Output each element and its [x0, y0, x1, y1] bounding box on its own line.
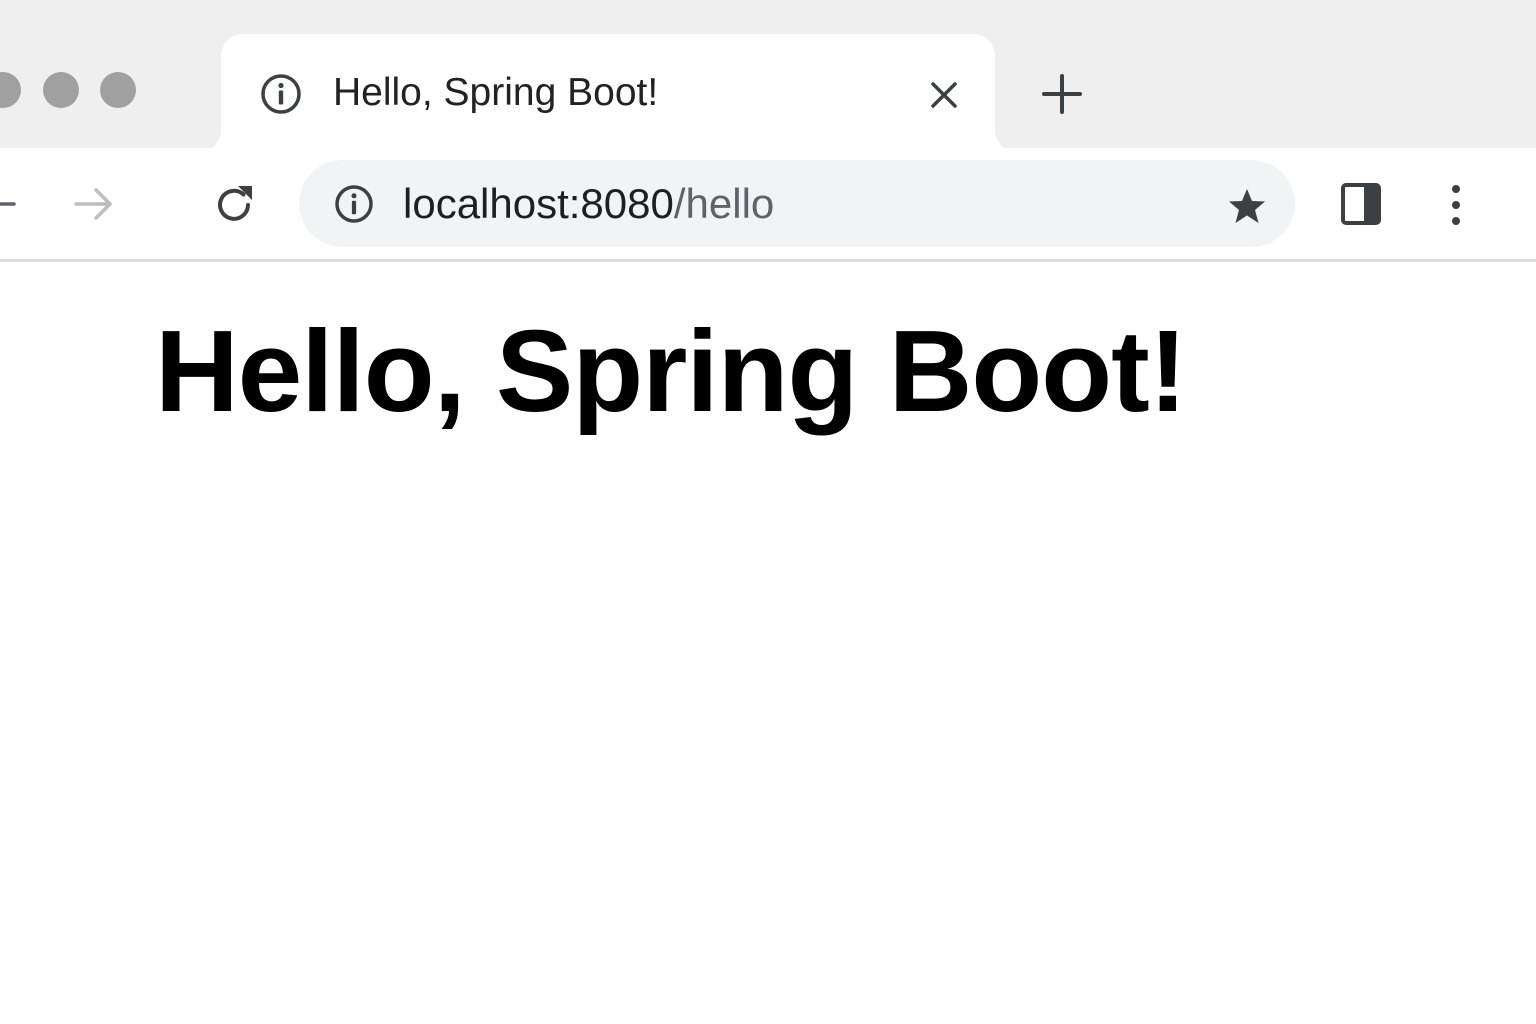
active-tab[interactable]: Hello, Spring Boot!: [221, 34, 995, 152]
window-close-dot[interactable]: [0, 72, 21, 108]
page-heading: Hello, Spring Boot!: [155, 306, 1187, 436]
url-text[interactable]: localhost:8080/hello: [403, 180, 774, 228]
arrow-left-icon[interactable]: [0, 184, 16, 224]
info-icon: [261, 74, 301, 114]
arrow-right-icon[interactable]: [72, 184, 116, 224]
reload-icon[interactable]: [212, 182, 258, 228]
window-minimize-dot[interactable]: [43, 72, 79, 108]
url-host: localhost:8080: [403, 180, 674, 227]
browser-window: Hello, Spring Boot! localhost:8080/hello…: [0, 0, 1536, 1024]
site-info-icon[interactable]: [333, 183, 375, 225]
side-panel-icon[interactable]: [1340, 182, 1382, 226]
tab-strip: Hello, Spring Boot!: [0, 0, 1536, 152]
window-maximize-dot[interactable]: [100, 72, 136, 108]
plus-icon[interactable]: [1038, 70, 1086, 118]
tab-title: Hello, Spring Boot!: [333, 71, 659, 114]
star-icon[interactable]: [1227, 186, 1267, 226]
address-bar[interactable]: localhost:8080/hello: [299, 160, 1295, 247]
url-path: /hello: [673, 180, 775, 227]
page-content: Hello, Spring Boot!: [0, 262, 1536, 1024]
close-icon[interactable]: [925, 76, 963, 114]
kebab-menu-icon[interactable]: [1440, 182, 1472, 228]
toolbar: localhost:8080/hello: [0, 148, 1536, 262]
